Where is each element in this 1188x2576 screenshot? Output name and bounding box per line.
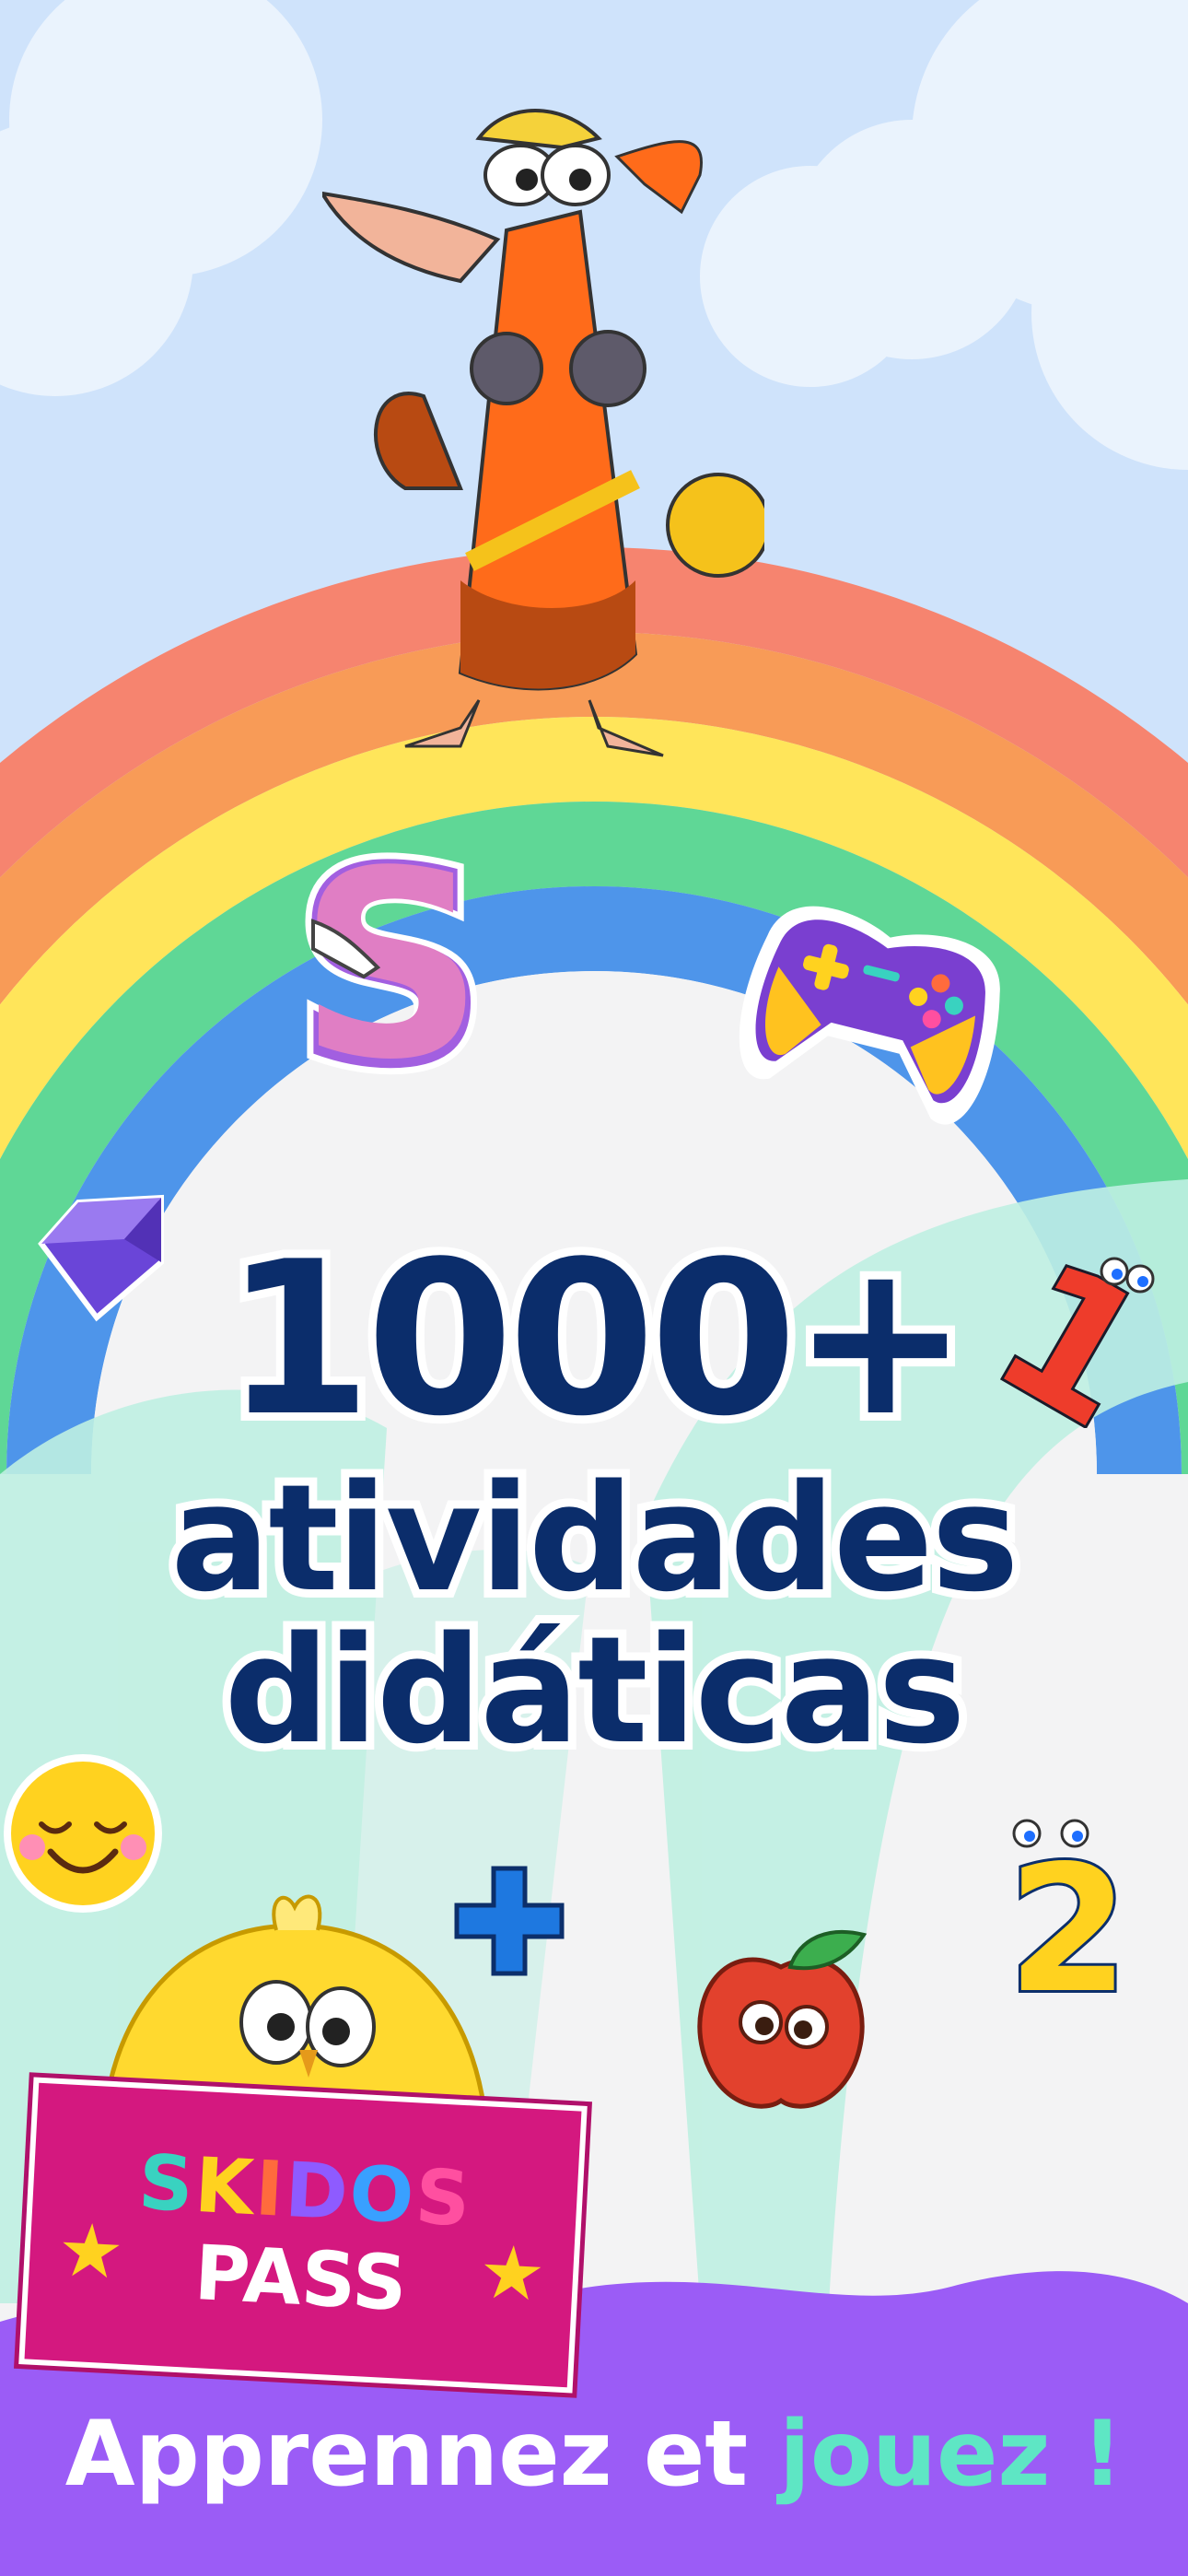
apple-icon	[697, 1929, 868, 2109]
skidos-pass-badge: SKIDOS PASS ★ ★	[18, 2077, 588, 2394]
pelican-mascot	[322, 109, 764, 757]
star-icon: ★	[477, 2229, 548, 2318]
headline-line-2: didáticas	[215, 1604, 973, 1776]
skidos-letter: O	[347, 2149, 418, 2242]
headline-line-1: atividades	[162, 1452, 1027, 1624]
skidos-letter: I	[252, 2145, 288, 2234]
skidos-letter: S	[413, 2153, 474, 2244]
tagline: Apprennez et jouez !	[0, 2409, 1188, 2500]
tagline-accent: jouez !	[779, 2402, 1124, 2507]
tagline-prefix: Apprennez et	[64, 2402, 749, 2507]
skidos-letter: D	[283, 2146, 353, 2238]
activity-count: 1000+	[216, 1217, 978, 1463]
star-icon: ★	[55, 2207, 126, 2296]
skidos-letter: S	[136, 2138, 198, 2230]
number-two-icon: 2	[1005, 1819, 1132, 1999]
skidos-letter: K	[192, 2141, 258, 2233]
gamepad-icon	[739, 906, 1000, 1125]
letter-s-tracing-icon: S S	[285, 820, 497, 1096]
svg-text:2: 2	[1007, 1828, 1129, 1999]
